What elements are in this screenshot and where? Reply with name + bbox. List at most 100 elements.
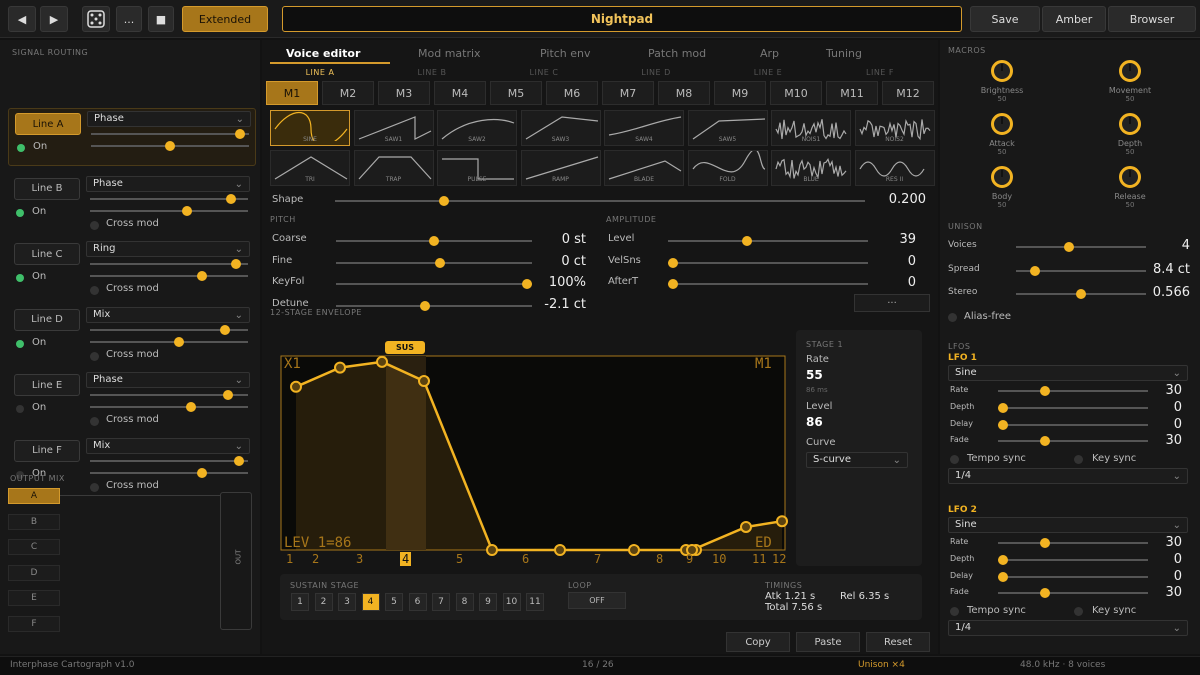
line-r-slider-knob[interactable] — [197, 271, 207, 281]
output-mix-button-e[interactable]: E — [8, 590, 60, 606]
stop-button[interactable]: ■ — [148, 6, 174, 32]
pitch-slider[interactable] — [336, 283, 532, 285]
line-tab-5[interactable]: LINE E — [718, 68, 818, 77]
lfo-slider[interactable] — [998, 440, 1148, 442]
line-button[interactable]: Line C — [14, 243, 80, 265]
tab-arp[interactable]: Arp — [760, 47, 779, 60]
line-tab-2[interactable]: LINE B — [382, 68, 482, 77]
sustain-stage-4[interactable]: 4 — [362, 593, 380, 611]
knob-icon[interactable] — [991, 113, 1013, 135]
stage-number-6[interactable]: 6 — [522, 552, 529, 566]
line-l-slider-knob[interactable] — [220, 325, 230, 335]
operator-m3[interactable]: M3 — [378, 81, 430, 105]
envelope-point-7[interactable] — [629, 545, 639, 555]
line-mode-select[interactable]: Phase ⌄ — [86, 176, 250, 192]
line-button[interactable]: Line B — [14, 178, 80, 200]
wave-res-ii[interactable]: RES II — [855, 150, 935, 186]
cross-mod-toggle[interactable] — [90, 483, 99, 492]
amplitude-more-button[interactable]: ... — [854, 294, 930, 312]
cross-mod-toggle[interactable] — [90, 417, 99, 426]
stage-number-5[interactable]: 5 — [456, 552, 463, 566]
line-r-slider[interactable] — [90, 210, 248, 212]
key-sync-toggle[interactable] — [1074, 455, 1083, 464]
lfo-slider-knob[interactable] — [1040, 386, 1050, 396]
output-mix-button-b[interactable]: B — [8, 514, 60, 530]
stage-number-11[interactable]: 11 — [752, 552, 766, 566]
line-l-slider-knob[interactable] — [234, 456, 244, 466]
envelope-point-5[interactable] — [487, 545, 497, 555]
wave-saw3[interactable]: SAW3 — [521, 110, 601, 146]
lfo-slider-knob[interactable] — [998, 420, 1008, 430]
pitch-slider[interactable] — [336, 262, 532, 264]
sustain-stage-6[interactable]: 6 — [409, 593, 427, 611]
line-enabled-dot[interactable] — [17, 144, 25, 152]
wave-ramp[interactable]: RAMP — [521, 150, 601, 186]
lfo-division-select[interactable]: 1/4 ⌄ — [948, 620, 1188, 636]
line-l-slider-knob[interactable] — [226, 194, 236, 204]
patch-name-display[interactable]: Nightpad — [282, 6, 962, 32]
amplitude-slider[interactable] — [668, 240, 868, 242]
line-r-slider-knob[interactable] — [186, 402, 196, 412]
pitch-slider-knob[interactable] — [420, 301, 430, 311]
lfo-slider[interactable] — [998, 407, 1148, 409]
lfo-wave-select[interactable]: Sine ⌄ — [948, 365, 1188, 381]
line-enabled-dot[interactable] — [16, 274, 24, 282]
lfo-slider[interactable] — [998, 592, 1148, 594]
stage-number-4[interactable]: 4 — [400, 552, 411, 566]
tempo-sync-toggle[interactable] — [950, 455, 959, 464]
prev-preset-button[interactable]: ◀ — [8, 6, 36, 32]
line-r-slider[interactable] — [90, 472, 248, 474]
sustain-stage-9[interactable]: 9 — [479, 593, 497, 611]
more-button[interactable]: ... — [116, 6, 142, 32]
line-mode-select[interactable]: Ring ⌄ — [86, 241, 250, 257]
save-button[interactable]: Save — [970, 6, 1040, 32]
lfo-slider-knob[interactable] — [998, 572, 1008, 582]
line-tab-4[interactable]: LINE D — [606, 68, 706, 77]
knob-icon[interactable] — [1119, 113, 1141, 135]
line-mode-select[interactable]: Phase ⌄ — [87, 111, 251, 127]
shape-slider[interactable] — [335, 200, 865, 202]
wave-blue[interactable]: BLUE — [771, 150, 851, 186]
line-tab-6[interactable]: LINE F — [830, 68, 930, 77]
envelope-point-6[interactable] — [555, 545, 565, 555]
lfo-slider[interactable] — [998, 559, 1148, 561]
wave-saw1[interactable]: SAW1 — [354, 110, 434, 146]
stage-rate-value[interactable]: 55 — [806, 368, 823, 382]
sustain-stage-8[interactable]: 8 — [456, 593, 474, 611]
output-mix-button-f[interactable]: F — [8, 616, 60, 632]
cross-mod-toggle[interactable] — [90, 286, 99, 295]
theme-button[interactable]: Amber — [1042, 6, 1106, 32]
pitch-slider-knob[interactable] — [429, 236, 439, 246]
line-l-slider-knob[interactable] — [235, 129, 245, 139]
operator-m11[interactable]: M11 — [826, 81, 878, 105]
wave-nois2[interactable]: NOIS2 — [855, 110, 935, 146]
pitch-slider-knob[interactable] — [435, 258, 445, 268]
operator-m10[interactable]: M10 — [770, 81, 822, 105]
wave-saw4[interactable]: SAW4 — [604, 110, 684, 146]
operator-m8[interactable]: M8 — [658, 81, 710, 105]
amplitude-slider[interactable] — [668, 262, 868, 264]
operator-m1[interactable]: M1 — [266, 81, 318, 105]
extended-mode-button[interactable]: Extended — [182, 6, 268, 32]
macro-attack[interactable]: Attack 50 — [962, 113, 1042, 156]
sustain-stage-5[interactable]: 5 — [385, 593, 403, 611]
output-mix-button-d[interactable]: D — [8, 565, 60, 581]
line-l-slider-knob[interactable] — [231, 259, 241, 269]
lfo-slider[interactable] — [998, 424, 1148, 426]
wave-tri[interactable]: TRI — [270, 150, 350, 186]
stage-number-3[interactable]: 3 — [356, 552, 363, 566]
stage-level-value[interactable]: 86 — [806, 415, 823, 429]
envelope-point-1[interactable] — [291, 382, 301, 392]
operator-m7[interactable]: M7 — [602, 81, 654, 105]
lfo-slider-knob[interactable] — [998, 555, 1008, 565]
line-l-slider[interactable] — [90, 329, 248, 331]
stage-number-1[interactable]: 1 — [286, 552, 293, 566]
line-r-slider-knob[interactable] — [165, 141, 175, 151]
wave-sine[interactable]: SINE — [270, 110, 350, 146]
line-l-slider[interactable] — [90, 460, 248, 462]
line-tab-1[interactable]: LINE A — [270, 68, 370, 77]
tempo-sync-toggle[interactable] — [950, 607, 959, 616]
lfo-slider-knob[interactable] — [1040, 538, 1050, 548]
tab-tuning[interactable]: Tuning — [826, 47, 862, 60]
stage-number-10[interactable]: 10 — [712, 552, 726, 566]
